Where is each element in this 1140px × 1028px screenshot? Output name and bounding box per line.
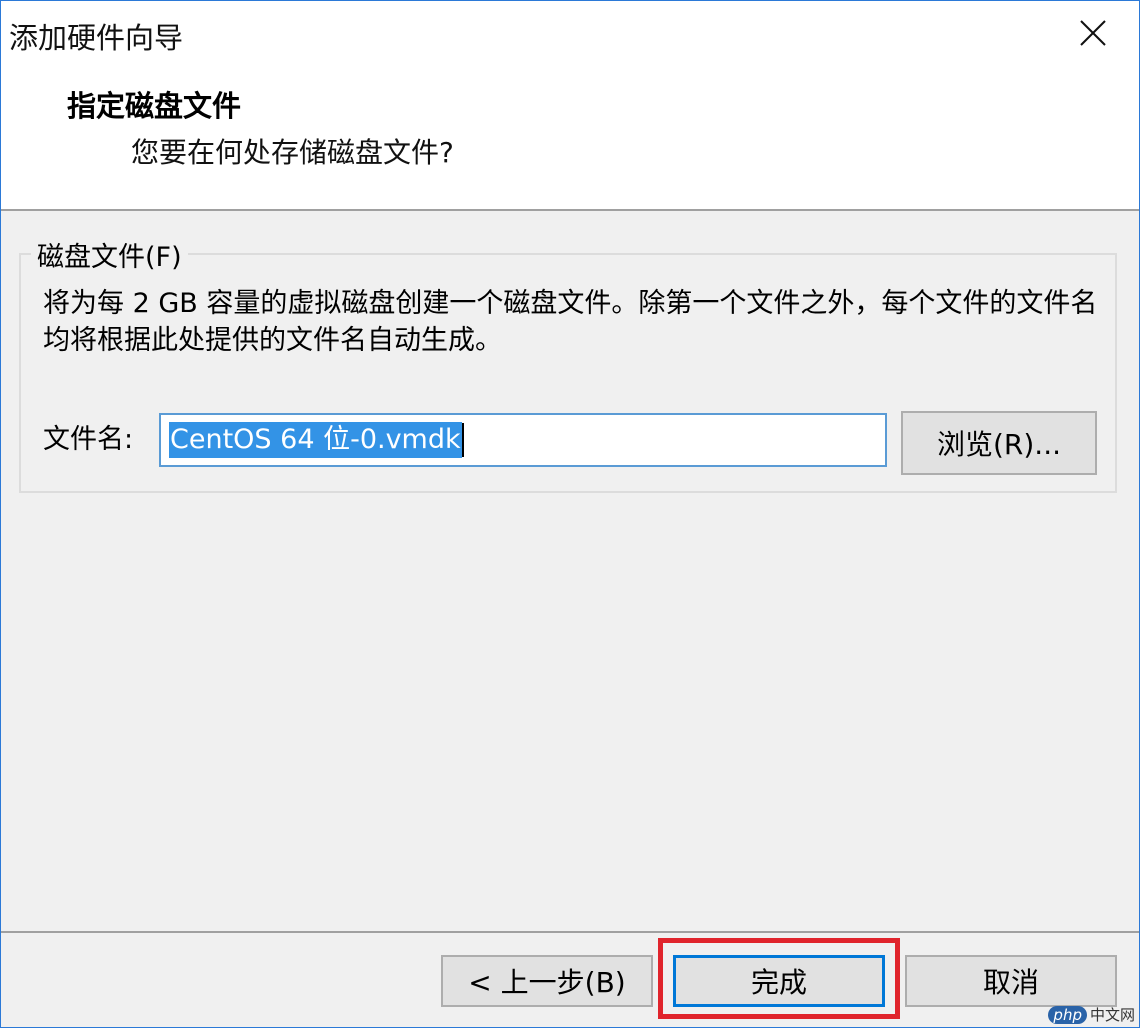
title-bar: 添加硬件向导 [1,1,1139,65]
text-caret [461,423,464,457]
wizard-header: 指定磁盘文件 您要在何处存储磁盘文件? [1,65,1139,211]
page-title: 指定磁盘文件 [67,89,242,123]
footer-divider [1,931,1139,933]
browse-button[interactable]: 浏览(R)... [901,411,1097,475]
cancel-button[interactable]: 取消 [905,955,1117,1007]
page-subtitle: 您要在何处存储磁盘文件? [131,136,454,169]
disk-file-description: 将为每 2 GB 容量的虚拟磁盘创建一个磁盘文件。除第一个文件之外，每个文件的文… [43,288,1098,356]
filename-value: CentOS 64 位-0.vmdk [169,422,462,458]
disk-file-group-legend: 磁盘文件(F) [31,235,188,274]
filename-input[interactable]: CentOS 64 位-0.vmdk [159,413,887,467]
window-title: 添加硬件向导 [9,21,184,55]
filename-label: 文件名: [43,424,134,455]
watermark-logo: php [1048,1005,1087,1024]
finish-highlight-annotation [658,938,900,1019]
add-hardware-wizard-window: 添加硬件向导 指定磁盘文件 您要在何处存储磁盘文件? 磁盘文件(F) 将为每 2… [0,0,1140,1028]
close-button[interactable] [1047,1,1139,65]
watermark-text: 中文网 [1089,1006,1135,1024]
back-button[interactable]: < 上一步(B) [441,955,653,1007]
watermark: php 中文网 [1048,1004,1135,1025]
close-icon [1080,20,1106,46]
